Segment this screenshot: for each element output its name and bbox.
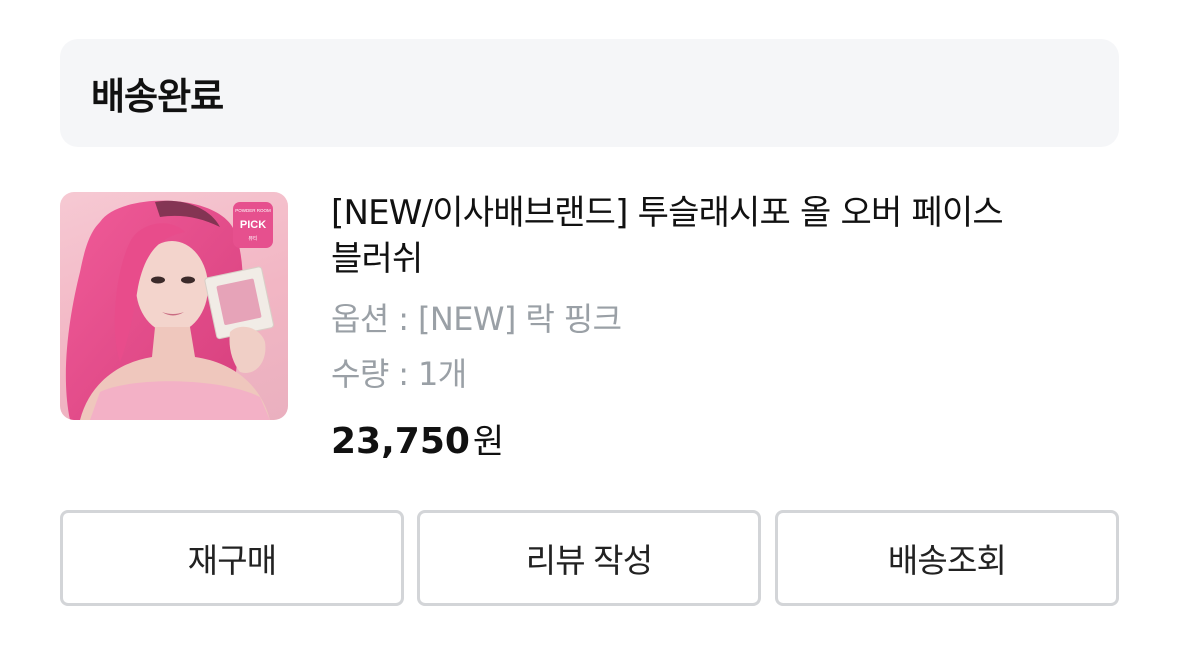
product-photo: POWDER ROOM PICK 뷰티 [65,200,274,420]
product-thumbnail[interactable]: POWDER ROOM PICK 뷰티 [60,192,288,420]
product-info: [NEW/이사배브랜드] 투슬래시포 올 오버 페이스 블러쉬 옵션 : [NE… [331,190,1091,463]
order-actions: 재구매 리뷰 작성 배송조회 [60,510,1119,606]
badge-sub-text: 뷰티 [248,235,257,242]
badge-main-text: PICK [240,219,266,231]
order-status-text: 배송완료 [91,75,224,118]
product-quantity: 수량 : 1개 [331,355,467,393]
product-title[interactable]: [NEW/이사배브랜드] 투슬래시포 올 오버 페이스 블러쉬 [331,190,1031,282]
product-price: 23,750 원 [331,414,1091,463]
price-amount: 23,750 [331,421,470,462]
product-option: 옵션 : [NEW] 락 핑크 [331,300,622,338]
rebuy-button[interactable]: 재구매 [60,510,404,606]
price-unit: 원 [472,422,505,462]
track-delivery-button[interactable]: 배송조회 [775,510,1119,606]
write-review-button[interactable]: 리뷰 작성 [417,510,761,606]
badge-top-text: POWDER ROOM [235,208,271,213]
order-status-banner: 배송완료 [60,39,1119,147]
